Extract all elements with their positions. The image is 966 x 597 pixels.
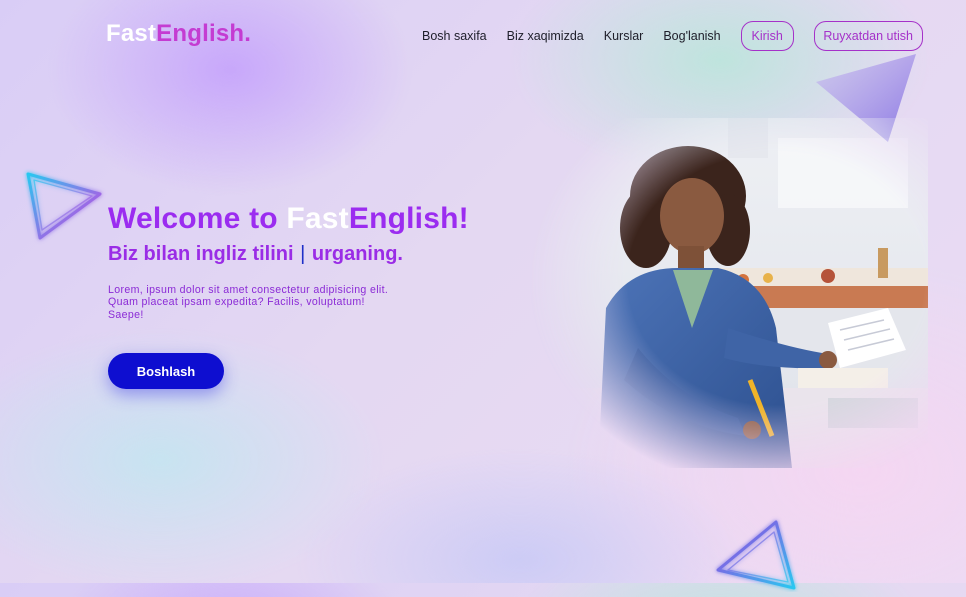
typing-cursor: |: [300, 243, 306, 265]
login-button[interactable]: Kirish: [740, 21, 794, 51]
logo-fast: Fast: [106, 20, 157, 47]
nav-link-courses[interactable]: Kurslar: [604, 29, 644, 43]
hero-photo: [528, 118, 928, 468]
start-button[interactable]: Boshlash: [108, 353, 224, 389]
neon-triangle-icon: [706, 512, 810, 592]
nav-link-contact[interactable]: Bog'lanish: [663, 29, 720, 43]
logo[interactable]: FastEnglish.: [106, 20, 251, 48]
neon-play-triangle-icon: [18, 164, 108, 248]
main-navigation: Bosh saxifa Biz xaqimizda Kurslar Bog'la…: [422, 21, 923, 51]
hero-description: Lorem, ipsum dolor sit amet consectetur …: [108, 284, 389, 321]
nav-link-home[interactable]: Bosh saxifa: [422, 29, 487, 43]
hero-subtitle: Biz bilan ingliz tilini | urganing.: [108, 243, 403, 266]
hero-title-prefix: Welcome to: [108, 202, 287, 235]
hero-title: Welcome to FastEnglish!: [108, 202, 469, 236]
hero-title-english: English!: [348, 202, 469, 235]
hero-title-fast: Fast: [286, 202, 349, 235]
logo-dot: .: [244, 20, 252, 47]
hero-subtitle-part2: urganing.: [306, 243, 403, 265]
nav-link-about[interactable]: Biz xaqimizda: [507, 29, 584, 43]
register-button[interactable]: Ruyxatdan utish: [813, 21, 923, 51]
hero-subtitle-part1: Biz bilan ingliz tilini: [108, 243, 300, 265]
logo-english: English: [156, 20, 245, 47]
